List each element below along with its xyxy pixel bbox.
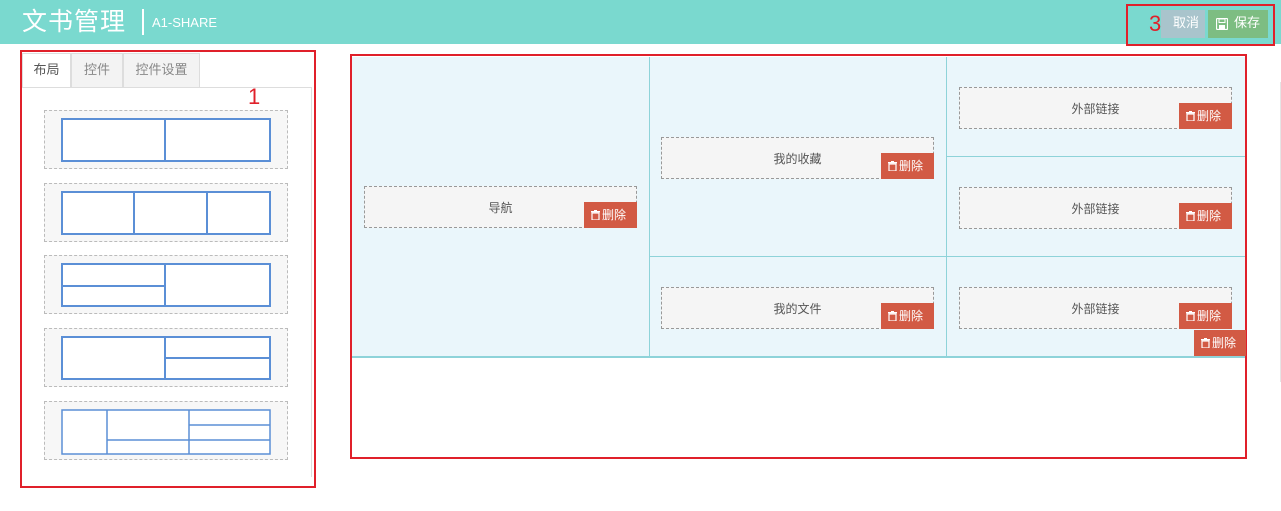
layout-option-left-split[interactable] [44,255,288,314]
delete-button[interactable]: 删除 [1179,103,1232,129]
annotation-number-left-panel: 1 [248,84,261,109]
delete-button[interactable]: 删除 [584,202,637,228]
canvas-row-divider [352,357,1245,358]
delete-label: 删除 [602,208,627,222]
layout-option-complex-grid[interactable] [44,401,288,460]
tab-control-settings-label: 控件设置 [135,63,188,78]
canvas-cell-middle-bottom[interactable]: 我的文件 删除 [650,257,947,357]
delete-row-button[interactable]: 删除 [1194,330,1246,356]
delete-label: 删除 [899,309,924,323]
layout-option-two-columns[interactable] [44,110,288,169]
delete-label: 删除 [1197,209,1222,223]
trash-icon [888,311,897,321]
canvas-cell-middle-top[interactable]: 我的收藏 删除 [650,57,947,257]
delete-label: 删除 [1197,109,1222,123]
trash-icon [1186,111,1195,121]
trash-icon [1201,338,1210,348]
layout-canvas: 导航 删除 我的收藏 删除 我的文件 删除 外部链接 删除 外部链接 删除 外部… [352,57,1246,357]
app-title: 文书管理 [22,7,127,36]
layout-option-three-columns[interactable] [44,183,288,242]
widget-files[interactable]: 我的文件 删除 [661,287,934,329]
delete-label: 删除 [1212,336,1237,350]
tab-controls[interactable]: 控件 [71,53,123,87]
tab-layout[interactable]: 布局 [22,53,71,88]
tab-control-settings[interactable]: 控件设置 [123,53,200,87]
app-subtitle: A1-SHARE [152,15,218,30]
widget-favorites[interactable]: 我的收藏 删除 [661,137,934,179]
widget-external-link[interactable]: 外部链接 删除 [959,187,1232,229]
delete-button[interactable]: 删除 [1179,203,1232,229]
layout-complex-grid-icon [61,409,271,455]
delete-button[interactable]: 删除 [881,153,934,179]
tab-controls-label: 控件 [83,63,110,78]
layout-left-split-icon [61,263,271,307]
delete-button[interactable]: 删除 [881,303,934,329]
tabs-baseline [22,87,312,88]
trash-icon [888,161,897,171]
trash-icon [1186,311,1195,321]
canvas-cell-right-top[interactable]: 外部链接 删除 [947,57,1245,157]
canvas-cell-right-middle[interactable]: 外部链接 删除 [947,157,1245,257]
delete-label: 删除 [1197,309,1222,323]
canvas-cell-right-bottom[interactable]: 外部链接 删除 删除 [947,257,1246,357]
trash-icon [591,210,600,220]
trash-icon [1186,211,1195,221]
canvas-cell-left[interactable]: 导航 删除 [352,57,650,357]
tab-layout-label: 布局 [33,63,60,78]
widget-external-link[interactable]: 外部链接 删除 [959,287,1232,329]
layout-two-columns-icon [61,118,271,162]
annotation-number-toolbar: 3 [1149,11,1162,36]
title-divider [142,9,144,35]
layout-option-right-split[interactable] [44,328,288,387]
app-header: 文书管理 A1-SHARE 取消 保存 [0,0,1281,44]
delete-button[interactable]: 删除 [1179,303,1232,329]
delete-label: 删除 [899,159,924,173]
layout-three-columns-icon [61,191,271,235]
widget-nav[interactable]: 导航 删除 [364,186,637,228]
layout-right-split-icon [61,336,271,380]
tab-panel-border [311,87,312,477]
widget-external-link[interactable]: 外部链接 删除 [959,87,1232,129]
